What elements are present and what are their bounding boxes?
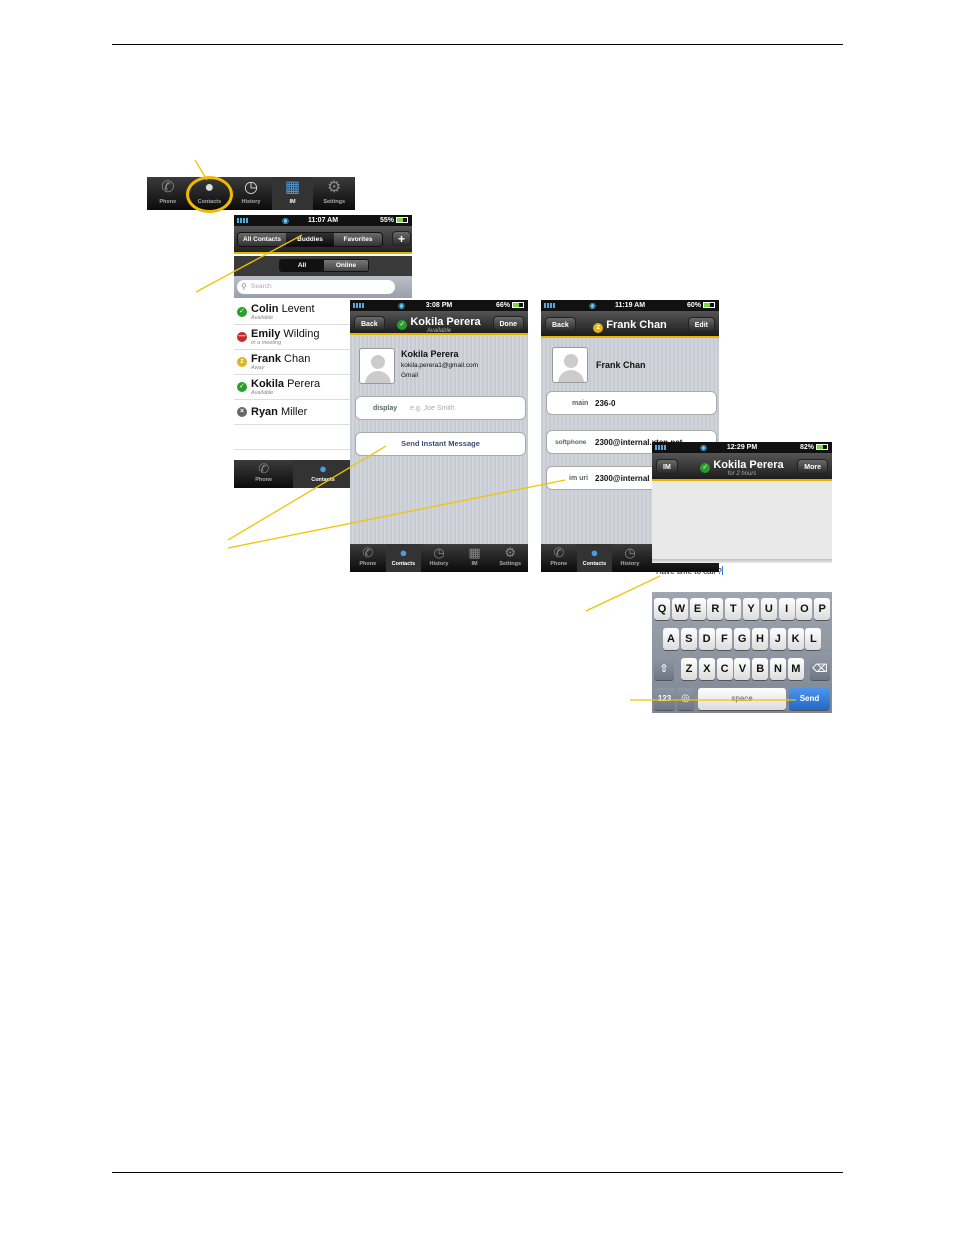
callout-line — [227, 479, 566, 549]
callout-line — [585, 575, 661, 612]
callout-line — [194, 159, 208, 181]
callout-lines — [194, 159, 796, 701]
callout-line — [227, 445, 387, 541]
callout-line — [195, 234, 303, 293]
